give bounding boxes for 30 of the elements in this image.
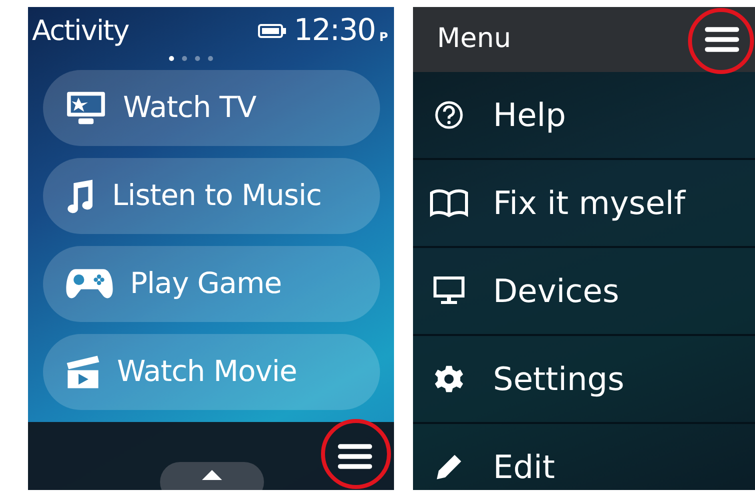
menu-icon <box>336 442 374 471</box>
menu-item[interactable]: Fix it myself <box>413 160 755 248</box>
pencil-icon <box>434 452 464 482</box>
activity-button[interactable]: Play Game <box>43 246 380 322</box>
menu-button[interactable] <box>703 25 741 54</box>
battery-icon <box>258 24 286 38</box>
book-icon <box>429 188 469 218</box>
clapperboard-icon <box>65 354 101 390</box>
page-dot[interactable] <box>182 56 187 61</box>
menu-item[interactable]: Edit <box>413 424 755 490</box>
up-arrow-icon <box>202 470 222 480</box>
menu-item[interactable]: Devices <box>413 248 755 336</box>
screen-title: Menu <box>437 22 512 56</box>
menu-item[interactable]: Help <box>413 72 755 160</box>
gear-icon <box>434 364 464 394</box>
clock-period: P <box>379 29 388 46</box>
page-dot[interactable] <box>169 56 174 61</box>
menu-item[interactable]: Settings <box>413 336 755 424</box>
clock-time: 12:30 <box>294 16 376 46</box>
tv-icon <box>65 90 107 126</box>
page-dot[interactable] <box>208 56 213 61</box>
screen-title: Activity <box>32 17 129 45</box>
up-arrow-tab[interactable] <box>160 462 264 490</box>
activity-button[interactable]: Watch TV <box>43 70 380 146</box>
menu-icon <box>703 25 741 54</box>
activity-button[interactable]: Listen to Music <box>43 158 380 234</box>
menu-button[interactable] <box>336 442 374 471</box>
page-dot[interactable] <box>195 56 200 61</box>
question-circle-icon <box>434 100 464 130</box>
monitor-icon <box>433 276 465 306</box>
